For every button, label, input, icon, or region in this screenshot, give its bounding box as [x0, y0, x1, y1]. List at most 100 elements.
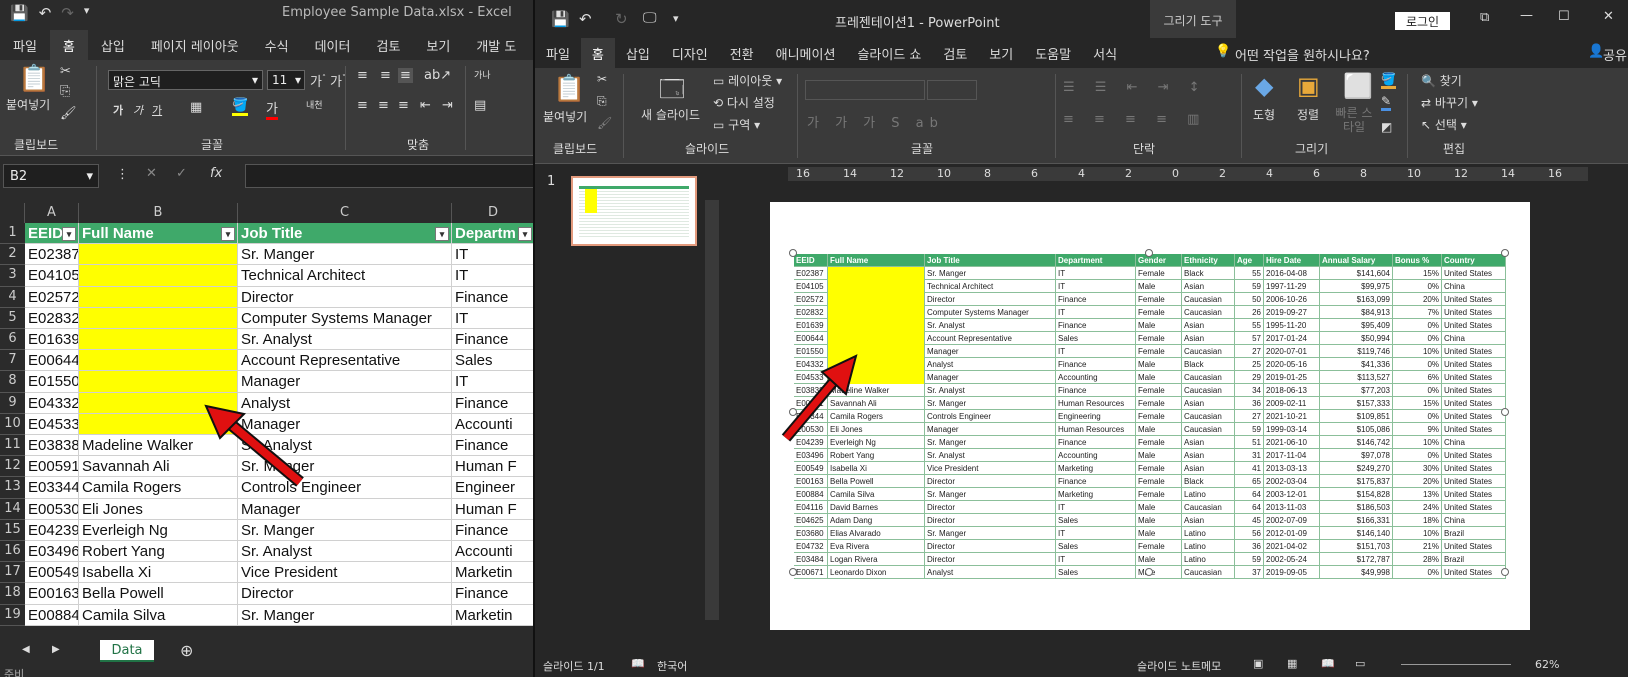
table-cell[interactable]: IT — [452, 244, 535, 266]
table-cell[interactable]: Manager — [238, 498, 452, 520]
table-cell[interactable]: Camila Rogers — [79, 477, 238, 499]
table-cell[interactable]: E03496 — [25, 541, 79, 563]
row-header[interactable]: 6 — [0, 329, 25, 351]
table-cell[interactable]: E00549 — [25, 562, 79, 584]
tab-홈[interactable]: 홈 — [49, 30, 88, 60]
undo-icon[interactable]: ↶ — [579, 10, 592, 28]
font-name-select[interactable]: 맑은 고딕 ▾ — [108, 70, 263, 90]
paste-label[interactable]: 붙여넣기 — [6, 96, 50, 113]
copy-icon[interactable]: ⎘ — [60, 84, 70, 99]
maximize-icon[interactable]: ☐ — [1558, 9, 1570, 24]
table-cell[interactable] — [79, 307, 238, 329]
table-cell[interactable]: Manager — [238, 371, 452, 393]
resize-handle[interactable] — [1501, 408, 1509, 416]
resize-handle[interactable] — [1501, 249, 1509, 257]
header-cell[interactable]: Full Name ▾ — [79, 223, 238, 245]
font-size-select[interactable]: 11 ▾ — [267, 70, 305, 90]
comments-button[interactable]: 메모 — [1201, 658, 1221, 674]
shrink-font-icon[interactable]: 가˅ — [330, 71, 346, 90]
table-cell[interactable]: Finance — [452, 435, 535, 457]
table-cell[interactable]: Sr. Manger — [238, 604, 452, 626]
orientation-icon[interactable]: ab↗ — [424, 68, 451, 83]
tab-서식[interactable]: 서식 — [1082, 38, 1128, 68]
select-all-corner[interactable] — [0, 203, 25, 223]
table-cell[interactable] — [79, 371, 238, 393]
table-cell[interactable]: Marketin — [452, 562, 535, 584]
table-cell[interactable]: Everleigh Ng — [79, 519, 238, 541]
table-cell[interactable]: Engineer — [452, 477, 535, 499]
undo-icon[interactable]: ↶ — [39, 4, 52, 22]
table-cell[interactable]: Director — [238, 583, 452, 605]
normal-view-icon[interactable]: ▣ — [1253, 657, 1263, 670]
shape-effects-icon[interactable]: ◩ — [1381, 120, 1392, 134]
table-cell[interactable]: IT — [452, 371, 535, 393]
present-icon[interactable]: 🖵 — [643, 10, 657, 26]
row-header[interactable]: 3 — [0, 265, 25, 287]
table-cell[interactable] — [79, 413, 238, 435]
tab-파일[interactable]: 파일 — [0, 30, 50, 60]
align-right-icon[interactable]: ≡ — [398, 98, 409, 113]
table-cell[interactable]: Account Representative — [238, 350, 452, 372]
col-header-d[interactable]: D — [452, 203, 535, 223]
prev-sheet-icon[interactable]: ◀ — [22, 644, 30, 655]
notes-button[interactable]: 슬라이드 노트 — [1137, 658, 1201, 674]
table-cell[interactable] — [79, 350, 238, 372]
table-cell[interactable] — [79, 392, 238, 414]
zoom-slider[interactable] — [1401, 664, 1511, 665]
filter-dropdown-icon[interactable]: ▾ — [435, 227, 449, 241]
format-painter-icon[interactable]: 🖌 — [60, 106, 77, 121]
redo-icon[interactable]: ↻ — [615, 10, 628, 28]
grow-font-icon[interactable]: 가˄ — [310, 71, 326, 90]
table-cell[interactable]: E00644 — [25, 350, 79, 372]
table-cell[interactable]: Finance — [452, 519, 535, 541]
select-button[interactable]: ↖ 선택 ▾ — [1421, 116, 1467, 133]
table-cell[interactable]: Analyst — [238, 392, 452, 414]
table-cell[interactable]: Sr. Manger — [238, 244, 452, 266]
cut-icon[interactable]: ✂ — [60, 64, 71, 79]
table-cell[interactable]: Sr. Analyst — [238, 435, 452, 457]
table-cell[interactable]: E00530 — [25, 498, 79, 520]
paste-icon[interactable]: 📋 — [553, 74, 585, 104]
ribbon-display-icon[interactable]: ⧉ — [1480, 10, 1489, 25]
table-cell[interactable]: Accounti — [452, 413, 535, 435]
table-cell[interactable]: E04239 — [25, 519, 79, 541]
row-header[interactable]: 10 — [0, 413, 25, 435]
confirm-entry-icon[interactable]: ✓ — [176, 166, 187, 181]
table-cell[interactable] — [79, 265, 238, 287]
underline-button[interactable]: 가 — [152, 102, 162, 118]
align-middle-icon[interactable]: ≡ — [380, 68, 391, 83]
align-center-icon[interactable]: ≡ — [378, 98, 389, 113]
table-cell[interactable]: E03838 — [25, 435, 79, 457]
tab-애니메이션[interactable]: 애니메이션 — [765, 38, 847, 68]
table-cell[interactable]: Director — [238, 286, 452, 308]
table-cell[interactable]: IT — [452, 265, 535, 287]
table-cell[interactable]: Sr. Analyst — [238, 329, 452, 351]
next-sheet-icon[interactable]: ▶ — [52, 644, 60, 655]
tab-개발 도[interactable]: 개발 도 — [463, 30, 529, 60]
save-icon[interactable]: 💾 — [10, 4, 29, 22]
tab-검토[interactable]: 검토 — [932, 38, 978, 68]
table-cell[interactable] — [79, 244, 238, 266]
phonetic-icon[interactable]: 내천 — [306, 98, 323, 111]
tab-보기[interactable]: 보기 — [413, 30, 463, 60]
table-cell[interactable]: E00884 — [25, 604, 79, 626]
table-cell[interactable]: E04332 — [25, 392, 79, 414]
tab-홈[interactable]: 홈 — [580, 38, 615, 68]
table-cell[interactable]: E02832 — [25, 307, 79, 329]
tab-삽입[interactable]: 삽입 — [88, 30, 138, 60]
zoom-level[interactable]: 62% — [1535, 658, 1559, 671]
decrease-indent-icon[interactable]: ⇤ — [420, 98, 431, 113]
table-cell[interactable]: Finance — [452, 583, 535, 605]
slide-canvas[interactable]: EEID Full Name Job Title Department Gender Et… — [770, 202, 1530, 630]
header-cell[interactable]: Departm ▾ — [452, 223, 535, 245]
align-bottom-icon[interactable]: ≡ — [398, 68, 413, 83]
table-cell[interactable]: Human F — [452, 498, 535, 520]
spellcheck-icon[interactable]: 📖 — [631, 657, 645, 670]
table-cell[interactable]: Marketin — [452, 604, 535, 626]
resize-handle[interactable] — [789, 568, 797, 576]
row-header[interactable]: 8 — [0, 371, 25, 393]
layout-button[interactable]: ▭ 레이아웃 ▾ — [713, 72, 782, 89]
insert-function-icon[interactable]: fx — [210, 166, 222, 181]
table-cell[interactable]: E04533 — [25, 413, 79, 435]
formula-input[interactable] — [245, 164, 535, 188]
